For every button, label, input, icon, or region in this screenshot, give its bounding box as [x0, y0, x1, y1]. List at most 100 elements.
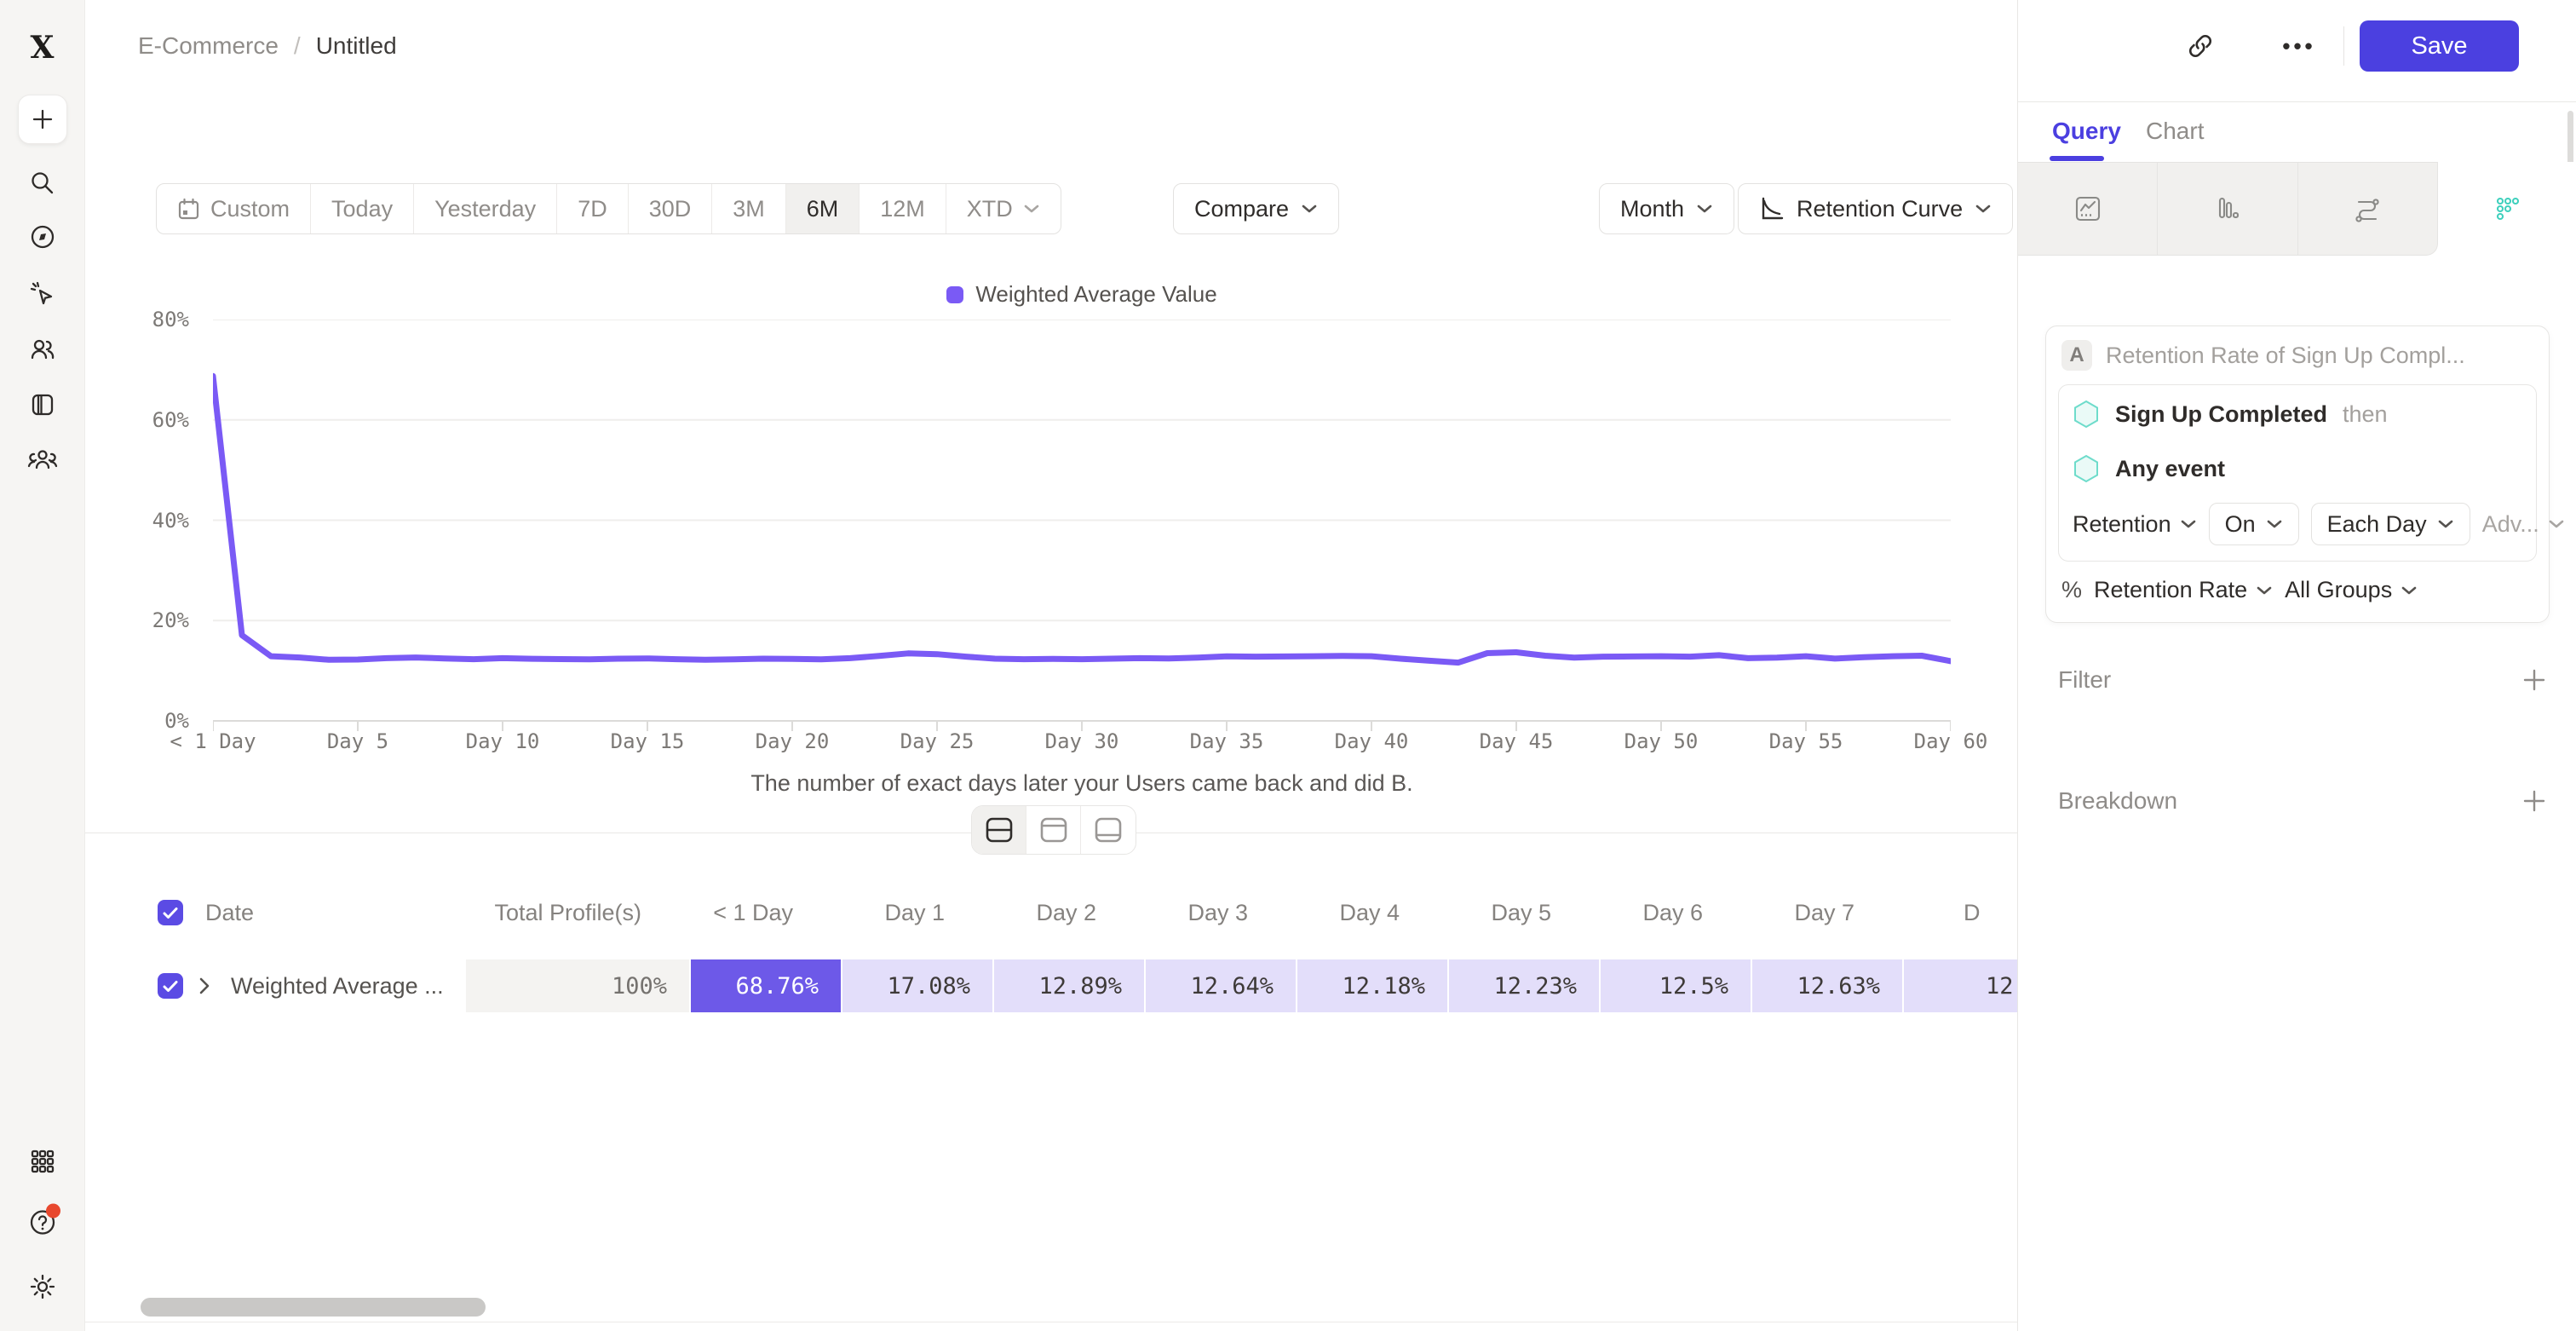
- report-type-insights[interactable]: [2018, 162, 2158, 256]
- col-header-day6[interactable]: Day 6: [1575, 900, 1725, 926]
- range-30d[interactable]: 30D: [629, 184, 713, 233]
- cell-lt1day[interactable]: 68.76%: [691, 959, 841, 1012]
- x-axis-tick: Day 10: [466, 729, 540, 753]
- cell-day8-truncated[interactable]: 12.: [1904, 959, 2017, 1012]
- breadcrumb-report-title[interactable]: Untitled: [316, 32, 397, 60]
- col-header-day7[interactable]: Day 7: [1727, 900, 1877, 926]
- cell-day3[interactable]: 12.64%: [1146, 959, 1296, 1012]
- layout-split-button[interactable]: [972, 806, 1026, 854]
- x-axis-tick: Day 15: [611, 729, 685, 753]
- metric-dropdown[interactable]: Retention Rate: [2094, 577, 2273, 603]
- cell-day4[interactable]: 12.18%: [1297, 959, 1447, 1012]
- layout-table-only-button[interactable]: [1081, 806, 1136, 854]
- compare-button[interactable]: Compare: [1173, 183, 1339, 234]
- filter-label: Filter: [2058, 666, 2111, 694]
- report-controls: Custom Today Yesterday 7D 30D 3M 6M 12M …: [156, 183, 2000, 234]
- granularity-value: Month: [1620, 196, 1684, 222]
- breadcrumb-project[interactable]: E-Commerce: [138, 32, 279, 60]
- retention-chart: Weighted Average Value 80% 60% 40% 20% 0…: [85, 281, 2017, 827]
- calendar-icon: [177, 198, 200, 221]
- col-header-day4[interactable]: Day 4: [1272, 900, 1422, 926]
- mixpanel-logo[interactable]: X: [31, 30, 55, 66]
- horizontal-scrollbar-thumb[interactable]: [141, 1298, 486, 1317]
- retention-curve-icon: [1759, 196, 1785, 222]
- filter-section: Filter: [2058, 656, 2547, 704]
- save-button[interactable]: Save: [2360, 20, 2519, 72]
- y-axis-tick: 40%: [119, 509, 189, 533]
- granularity-dropdown[interactable]: Month: [1599, 183, 1734, 234]
- more-menu-button[interactable]: •••: [2277, 24, 2321, 68]
- range-12m[interactable]: 12M: [860, 184, 946, 233]
- advanced-dropdown[interactable]: Adv...: [2482, 511, 2565, 538]
- report-type-funnels[interactable]: [2158, 162, 2297, 256]
- cell-day6[interactable]: 12.5%: [1601, 959, 1751, 1012]
- col-header-lt1day[interactable]: < 1 Day: [665, 900, 815, 926]
- advanced-value: Adv...: [2482, 511, 2539, 538]
- row-checkbox[interactable]: [158, 973, 183, 999]
- range-label: XTD: [967, 196, 1013, 222]
- chart-legend[interactable]: Weighted Average Value: [213, 281, 1951, 308]
- create-button[interactable]: [18, 95, 67, 144]
- range-custom[interactable]: Custom: [157, 184, 311, 233]
- report-type-retention-active[interactable]: [2438, 162, 2576, 256]
- chart-only-view-icon: [1038, 816, 1069, 844]
- gear-icon[interactable]: [28, 1272, 57, 1301]
- col-header-day8-truncated[interactable]: D: [1878, 900, 1992, 926]
- row-label[interactable]: Weighted Average ...: [231, 973, 444, 1000]
- cell-day2[interactable]: 12.89%: [994, 959, 1144, 1012]
- link-icon: [2186, 32, 2215, 60]
- cell-total-profiles[interactable]: 100%: [466, 959, 689, 1012]
- interval-dropdown[interactable]: Each Day: [2311, 503, 2470, 545]
- funnels-icon: [2213, 194, 2242, 223]
- range-3m[interactable]: 3M: [712, 184, 786, 233]
- second-event-row[interactable]: Any event: [2059, 441, 2536, 496]
- compass-icon[interactable]: [29, 223, 56, 251]
- retention-type-dropdown[interactable]: Retention: [2073, 511, 2197, 538]
- range-6m-selected[interactable]: 6M: [786, 184, 860, 233]
- range-label: 6M: [807, 196, 839, 222]
- apps-grid-icon[interactable]: [29, 1148, 56, 1175]
- select-all-checkbox[interactable]: [158, 900, 183, 925]
- help-icon[interactable]: [27, 1207, 58, 1242]
- groups-dropdown[interactable]: All Groups: [2285, 577, 2418, 603]
- report-type-flows[interactable]: [2298, 162, 2438, 256]
- range-today[interactable]: Today: [311, 184, 414, 233]
- cohort-icon[interactable]: [27, 446, 58, 475]
- range-yesterday[interactable]: Yesterday: [414, 184, 557, 233]
- row-expand-chevron[interactable]: [198, 977, 210, 995]
- range-xtd[interactable]: XTD: [946, 184, 1061, 233]
- cursor-click-icon[interactable]: [28, 279, 57, 308]
- range-7d[interactable]: 7D: [557, 184, 629, 233]
- metric-value: Retention Rate: [2094, 577, 2247, 603]
- search-icon[interactable]: [29, 170, 56, 197]
- col-header-day3[interactable]: Day 3: [1120, 900, 1270, 926]
- col-header-total-profiles[interactable]: Total Profile(s): [440, 900, 664, 926]
- cell-day7[interactable]: 12.63%: [1752, 959, 1902, 1012]
- cell-day1[interactable]: 17.08%: [842, 959, 992, 1012]
- add-filter-button[interactable]: [2521, 667, 2547, 693]
- chart-style-dropdown[interactable]: Retention Curve: [1738, 183, 2013, 234]
- compare-label: Compare: [1194, 196, 1289, 222]
- users-icon[interactable]: [28, 335, 57, 364]
- add-breakdown-button[interactable]: [2521, 788, 2547, 814]
- tab-query[interactable]: Query: [2052, 118, 2121, 145]
- col-header-day1[interactable]: Day 1: [817, 900, 967, 926]
- first-event-row[interactable]: Sign Up Completed then: [2059, 387, 2536, 441]
- col-header-day2[interactable]: Day 2: [969, 900, 1118, 926]
- line-chart-plot[interactable]: [213, 320, 1951, 731]
- cell-day5[interactable]: 12.23%: [1449, 959, 1599, 1012]
- step-title[interactable]: Retention Rate of Sign Up Compl...: [2106, 343, 2465, 369]
- notification-dot: [46, 1204, 60, 1219]
- col-header-day5[interactable]: Day 5: [1423, 900, 1573, 926]
- header-actions: ••• Save: [2178, 20, 2519, 72]
- copy-link-button[interactable]: [2178, 24, 2222, 68]
- main-content: Custom Today Yesterday 7D 30D 3M 6M 12M …: [85, 0, 2017, 1331]
- on-dropdown[interactable]: On: [2209, 503, 2299, 545]
- more-icon: •••: [2282, 33, 2315, 60]
- board-icon[interactable]: [29, 391, 56, 418]
- tab-chart[interactable]: Chart: [2146, 118, 2204, 145]
- query-panel: Query Chart: [2017, 0, 2576, 1331]
- logo-glyph: X: [31, 30, 55, 66]
- layout-chart-only-button[interactable]: [1026, 806, 1081, 854]
- col-header-date[interactable]: Date: [205, 900, 440, 926]
